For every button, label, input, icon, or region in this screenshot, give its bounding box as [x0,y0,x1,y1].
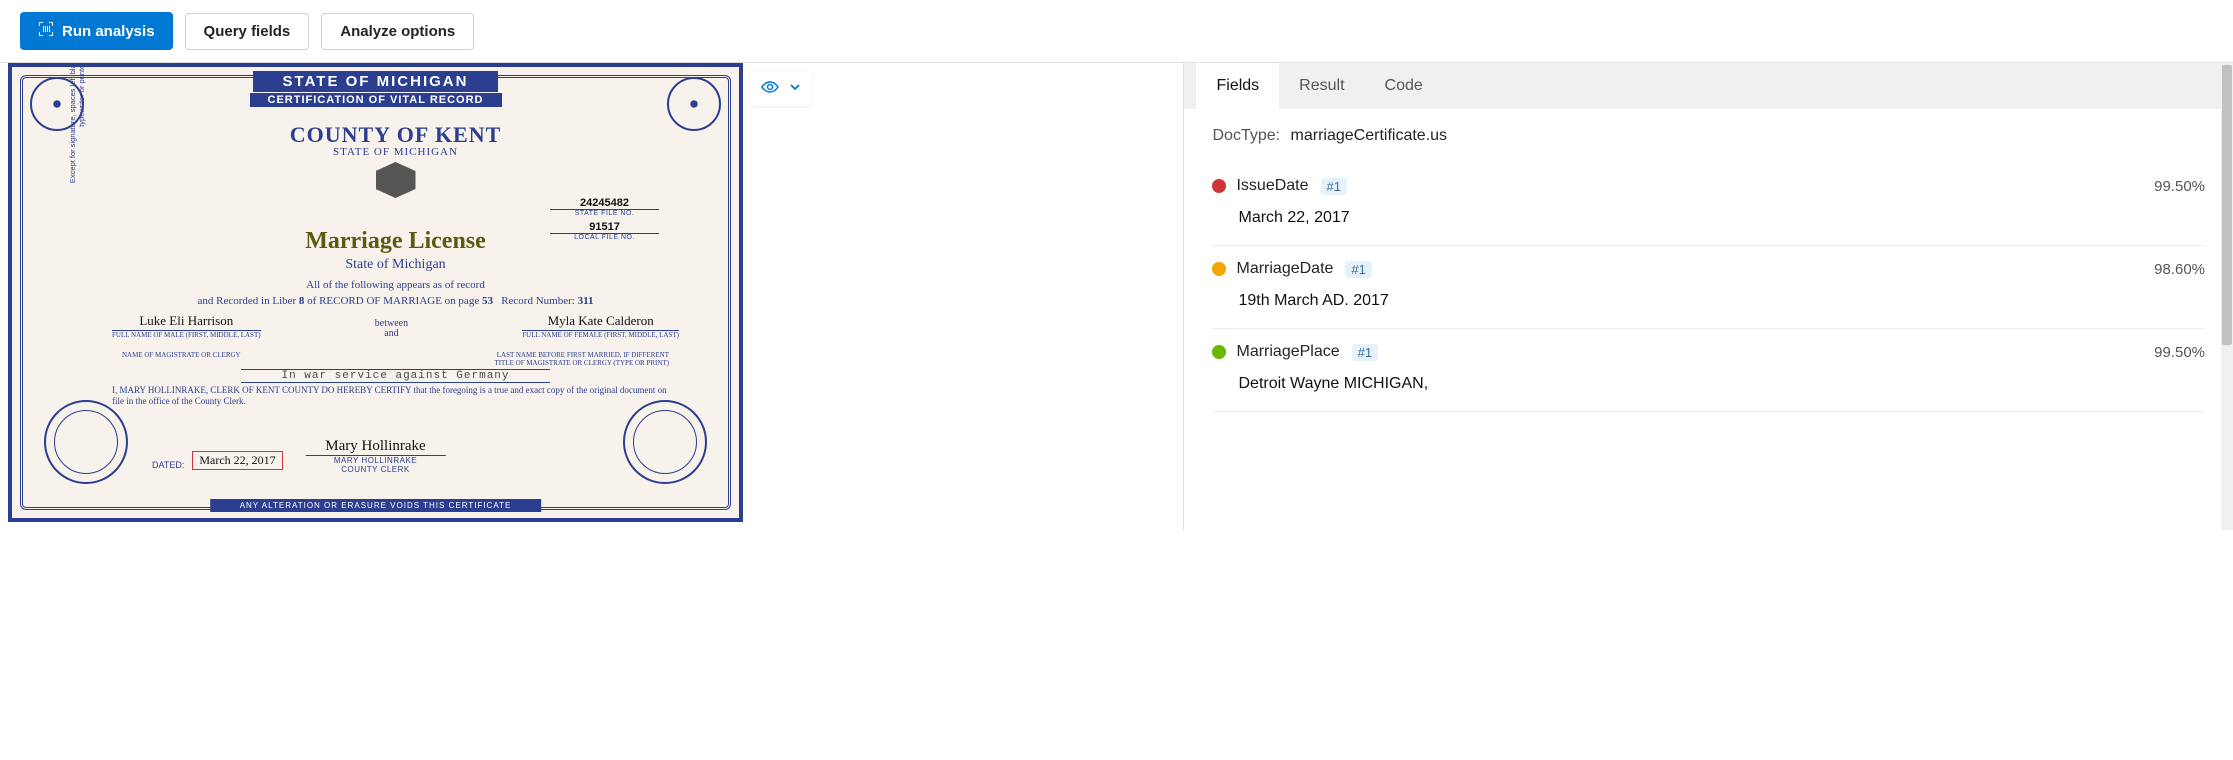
tab-fields[interactable]: Fields [1196,63,1279,109]
doctype-value: marriageCertificate.us [1291,127,1448,144]
document-preview[interactable]: STATE OF MICHIGAN CERTIFICATION OF VITAL… [8,63,743,522]
appears-line: All of the following appears as of recor… [112,279,679,291]
scrollbar-thumb[interactable] [2222,65,2232,345]
preview-overlay-toggle [750,71,812,106]
field-name: IssueDate [1236,177,1308,195]
analyze-options-button[interactable]: Analyze options [321,13,474,50]
male-name-label: FULL NAME OF MALE (FIRST, MIDDLE, LAST) [112,331,261,339]
field-color-dot [1212,179,1226,193]
state-seal-icon [44,400,128,484]
field-confidence: 98.60% [2154,261,2205,278]
field-value: Detroit Wayne MICHIGAN, [1238,375,2205,393]
chevron-down-icon[interactable] [788,80,802,97]
doc-title: Marriage License [112,228,679,255]
female-name: Myla Kate Calderon [522,313,679,331]
certify-text: I, MARY HOLLINRAKE, CLERK OF KENT COUNTY… [112,385,679,407]
field-row[interactable]: MarriagePlace #1 99.50% Detroit Wayne MICHI… [1212,329,2205,412]
between-label: between and [375,319,408,339]
names-row: Luke Eli Harrison FULL NAME OF MALE (FIR… [112,313,679,339]
run-analysis-label: Run analysis [62,23,155,40]
document-pane: STATE OF MICHIGAN CERTIFICATION OF VITAL… [0,63,1183,530]
county-title: COUNTY OF KENT [112,122,679,148]
workspace: STATE OF MICHIGAN CERTIFICATION OF VITAL… [0,63,2233,530]
result-body: DocType: marriageCertificate.us IssueDat… [1184,109,2233,530]
cert-banner: CERTIFICATION OF VITAL RECORD [250,93,502,107]
doctype-row: DocType: marriageCertificate.us [1212,127,2205,145]
bottom-banner: ANY ALTERATION OR ERASURE VOIDS THIS CER… [210,499,542,512]
signature: Mary Hollinrake [305,438,445,456]
doctype-label: DocType: [1212,127,1280,144]
county-subtitle: STATE OF MICHIGAN [112,146,679,158]
field-row[interactable]: MarriageDate #1 98.60% 19th March AD. 2017 [1212,246,2205,329]
field-index-badge: #1 [1352,344,1378,361]
dated-block: DATED: March 22, 2017 [152,451,283,470]
scrollbar[interactable] [2221,63,2233,530]
field-value: March 22, 2017 [1238,209,2205,227]
field-value: 19th March AD. 2017 [1238,292,2205,310]
toolbar: Run analysis Query fields Analyze option… [0,0,2233,63]
result-tabs: Fields Result Code [1184,63,2233,109]
dated-value: March 22, 2017 [192,451,282,470]
signer-name: MARY HOLLINRAKE [305,456,445,465]
field-confidence: 99.50% [2154,178,2205,195]
magistrate-labels: NAME OF MAGISTRATE OR CLERGY LAST NAME B… [112,351,679,367]
results-pane: Fields Result Code DocType: marriageCert… [1183,63,2233,530]
tab-result[interactable]: Result [1279,63,1364,109]
male-name: Luke Eli Harrison [112,313,261,331]
field-color-dot [1212,345,1226,359]
state-line: State of Michigan [112,257,679,273]
field-index-badge: #1 [1321,178,1347,195]
signer-title: COUNTY CLERK [305,465,445,474]
document-body: COUNTY OF KENT STATE OF MICHIGAN Marriag… [112,122,679,407]
court-seal-icon [623,400,707,484]
dated-label: DATED: [152,460,184,470]
fields-list: IssueDate #1 99.50% March 22, 2017 MarriageD… [1212,163,2205,412]
field-row[interactable]: IssueDate #1 99.50% March 22, 2017 [1212,163,2205,246]
state-crest-icon [376,162,416,198]
vertical-instruction: Except for signature, spaces left blank … [68,63,86,187]
recorded-line: and Recorded in Liber 8 of RECORD OF MAR… [112,295,679,307]
field-color-dot [1212,262,1226,276]
run-analysis-button[interactable]: Run analysis [20,12,173,50]
service-text: In war service against Germany [241,369,549,383]
female-name-label: FULL NAME OF FEMALE (FIRST, MIDDLE, LAST… [522,331,679,339]
field-confidence: 99.50% [2154,344,2205,361]
tab-code[interactable]: Code [1365,63,1443,109]
signature-block: Mary Hollinrake MARY HOLLINRAKE COUNTY C… [305,438,445,474]
query-fields-button[interactable]: Query fields [185,13,310,50]
scan-icon [38,21,54,41]
field-index-badge: #1 [1345,261,1371,278]
state-banner: STATE OF MICHIGAN [253,71,499,92]
field-name: MarriagePlace [1236,343,1339,361]
field-name: MarriageDate [1236,260,1333,278]
eye-icon[interactable] [760,77,780,100]
